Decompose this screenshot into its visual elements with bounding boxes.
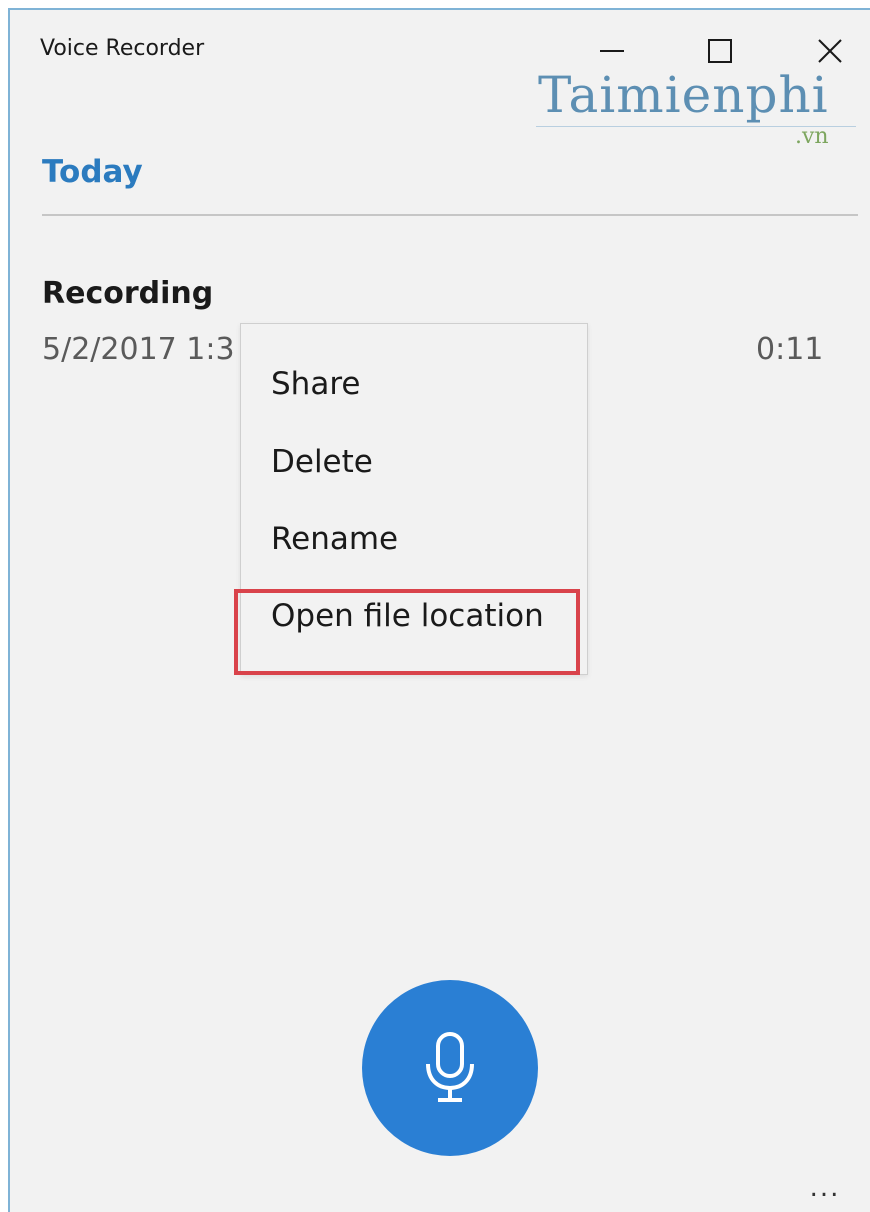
section-divider [42, 214, 858, 216]
microphone-icon [426, 1032, 474, 1102]
recording-date: 5/2/2017 1:3 [42, 332, 235, 367]
app-title: Voice Recorder [40, 36, 205, 61]
voice-recorder-window: Voice Recorder Taimienphi .vn Today Reco… [8, 8, 870, 1212]
close-icon [818, 39, 842, 63]
menu-item-share[interactable]: Share [241, 348, 587, 420]
more-options-button[interactable]: ... [800, 1170, 850, 1206]
minimize-icon [600, 50, 624, 52]
watermark-logo: Taimienphi [538, 66, 829, 124]
section-header-today: Today [42, 154, 143, 190]
menu-item-delete[interactable]: Delete [241, 426, 587, 498]
menu-item-rename[interactable]: Rename [241, 503, 587, 575]
recording-title: Recording [42, 276, 214, 311]
watermark-suffix: .vn [795, 124, 829, 149]
recording-duration: 0:11 [756, 332, 824, 367]
menu-item-open-file-location[interactable]: Open file location [241, 580, 587, 652]
maximize-icon [708, 39, 732, 63]
record-button[interactable] [362, 980, 538, 1156]
context-menu: Share Delete Rename Open file location [240, 323, 588, 675]
